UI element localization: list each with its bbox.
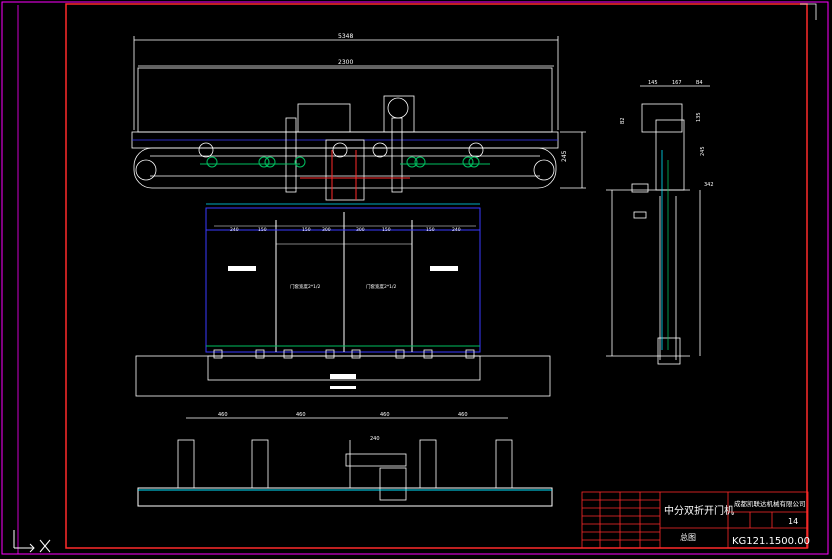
dim-side-145: 145 — [648, 80, 658, 86]
dim-overall: 5348 — [338, 33, 353, 40]
door-label-right: 门套宽度2*1/2 — [366, 283, 396, 290]
dim-side-b2: B2 — [620, 117, 626, 124]
cad-drawing-canvas: 成都凯联达机械有限公司 中分双折开门机 总图 14 KG121.1500.00 … — [1, 1, 829, 555]
dim-panel-d: 300 — [322, 227, 331, 233]
green-sliders — [200, 156, 490, 168]
dim-height: 245 — [561, 150, 568, 162]
dim-side-167: 167 — [672, 80, 682, 86]
red-center-parts — [300, 150, 410, 200]
front-view — [131, 36, 586, 201]
dim-panel-h: 240 — [452, 227, 461, 233]
door-label-left: 门套宽度2*1/2 — [290, 283, 320, 290]
dim-bottom-b: 460 — [296, 412, 306, 418]
door-mark-right — [430, 266, 458, 271]
panel-dims — [214, 225, 476, 245]
dim-bottom-detail: 240 — [370, 436, 380, 442]
drawing-name: 中分双折开门机 — [664, 504, 734, 517]
side-view — [606, 85, 710, 365]
corner-mark — [800, 3, 817, 20]
door-mark-left — [228, 266, 256, 271]
drawing-number: KG121.1500.00 — [732, 536, 810, 547]
outer-frame — [1, 1, 829, 555]
company-name: 成都凯联达机械有限公司 — [734, 499, 806, 508]
dim-panel-c: 150 — [302, 227, 311, 233]
ucs-icon — [13, 530, 51, 553]
dim-bottom-d: 460 — [458, 412, 468, 418]
dim-opening: 2300 — [338, 59, 353, 66]
sheet-number: 14 — [788, 517, 798, 526]
dim-side-245: 245 — [700, 146, 706, 156]
dim-panel-a: 240 — [230, 227, 239, 233]
door-panels — [205, 207, 481, 353]
dim-panel-g: 150 — [426, 227, 435, 233]
dim-panel-e: 300 — [356, 227, 365, 233]
bottom-sill — [137, 487, 553, 507]
sill-mark — [330, 374, 356, 379]
dim-bottom-a: 460 — [218, 412, 228, 418]
dim-side-342: 342 — [704, 182, 714, 188]
sill-mark-2 — [330, 386, 356, 389]
dim-side-b4: B4 — [696, 80, 703, 86]
dim-panel-f: 150 — [382, 227, 391, 233]
dim-panel-b: 150 — [258, 227, 267, 233]
dim-side-135: 135 — [696, 112, 702, 122]
dim-bottom-c: 460 — [380, 412, 390, 418]
sheet-type: 总图 — [680, 532, 696, 542]
